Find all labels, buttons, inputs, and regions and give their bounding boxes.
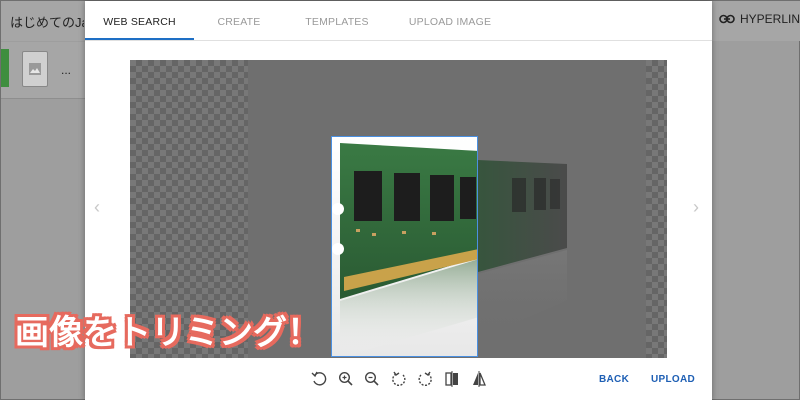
hyperlink-label: HYPERLINK xyxy=(740,12,800,26)
link-icon xyxy=(719,14,735,24)
active-tab-indicator xyxy=(85,38,194,40)
slide-indicator xyxy=(1,49,9,87)
cropped-memory-module xyxy=(332,137,477,356)
crop-selection-box[interactable] xyxy=(331,136,478,357)
mirror-icon[interactable] xyxy=(470,370,488,388)
image-thumbnail[interactable] xyxy=(22,51,48,87)
next-image-button[interactable]: › xyxy=(693,197,699,218)
back-button[interactable]: BACK xyxy=(599,374,629,385)
tab-web-search[interactable]: WEB SEARCH xyxy=(85,1,194,41)
previous-image-button[interactable]: ‹ xyxy=(94,197,100,218)
rotate-ccw-icon[interactable] xyxy=(390,370,408,388)
tab-upload-image[interactable]: UPLOAD IMAGE xyxy=(390,1,510,41)
document-title: はじめてのJa xyxy=(10,15,84,30)
dialog-tabs: WEB SEARCH CREATE TEMPLATES UPLOAD IMAGE xyxy=(85,1,712,41)
tab-create[interactable]: CREATE xyxy=(194,1,284,41)
flip-horizontal-icon[interactable] xyxy=(443,370,461,388)
hyperlink-button[interactable]: HYPERLINK xyxy=(719,12,800,26)
rotate-cw-icon[interactable] xyxy=(416,370,434,388)
overlay-caption: 画像をトリミング！ xyxy=(15,313,321,353)
upload-button[interactable]: UPLOAD xyxy=(651,374,695,385)
zoom-out-icon[interactable] xyxy=(363,370,381,388)
tab-templates[interactable]: TEMPLATES xyxy=(284,1,390,41)
zoom-in-icon[interactable] xyxy=(337,370,355,388)
rotate-left-icon[interactable] xyxy=(310,370,328,388)
image-icon xyxy=(29,63,41,75)
more-options[interactable]: ... xyxy=(61,63,71,77)
